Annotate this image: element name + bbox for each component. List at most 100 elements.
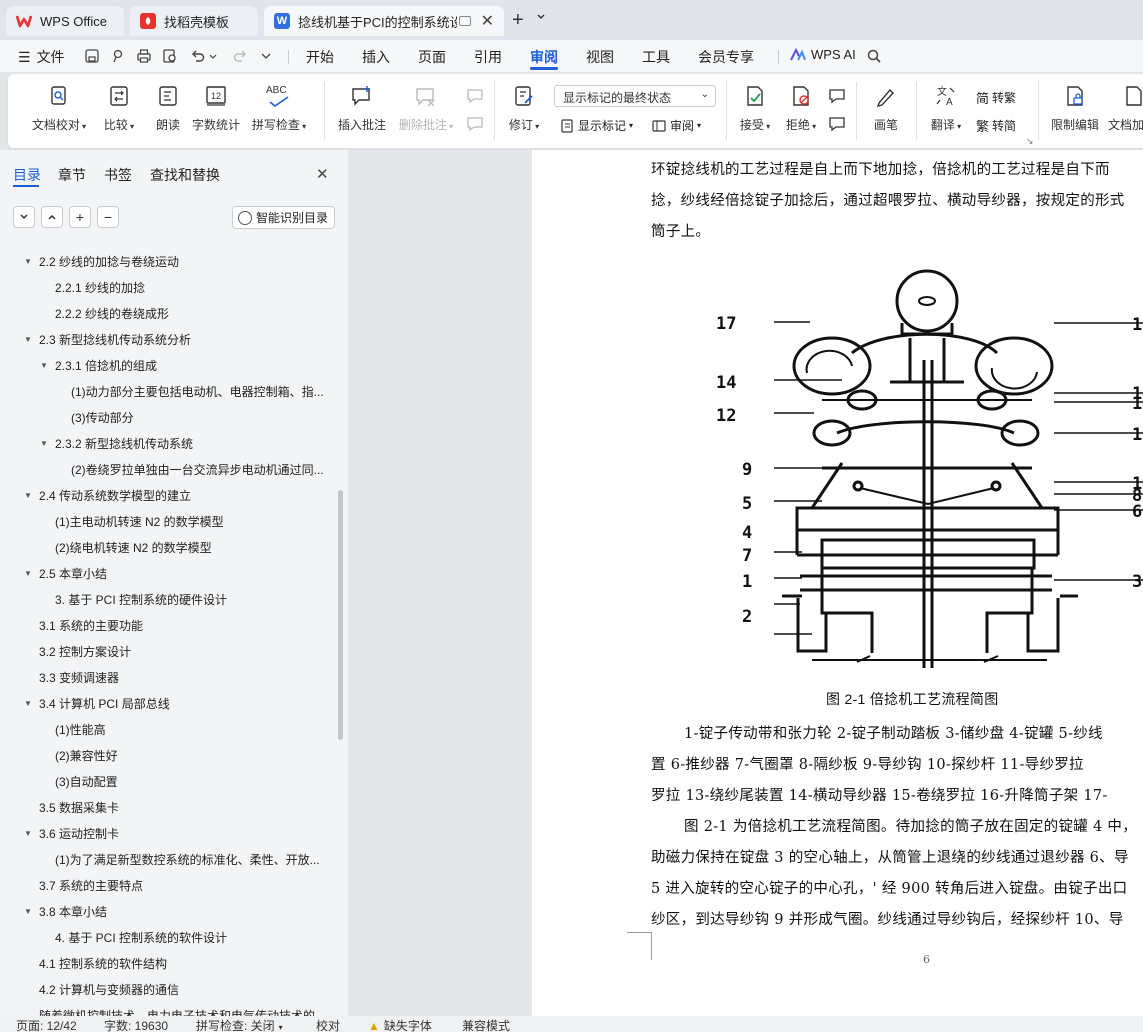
menu-page[interactable]: 页面 — [418, 47, 446, 67]
toc-scrollbar[interactable] — [338, 490, 343, 740]
toc-item[interactable]: ▼ 3.4 计算机 PCI 局部总线 — [24, 695, 170, 713]
tab-chapters[interactable]: 章节 — [58, 165, 86, 185]
tab-document[interactable]: W 捻线机基于PCI的控制系统设计 ✕ — [264, 6, 504, 36]
markup-state-select[interactable]: 显示标记的最终状态 ⌄ — [554, 85, 716, 107]
toc-item[interactable]: ▼ 3.6 运动控制卡 — [24, 825, 119, 843]
print-icon[interactable] — [136, 48, 152, 64]
collapse-down-button[interactable] — [13, 206, 35, 228]
revise-button[interactable]: 修订 ▾ — [502, 84, 546, 133]
menu-member[interactable]: 会员专享 — [698, 47, 754, 67]
document-page[interactable]: 环锭捻线机的工艺过程是自上而下地加捻，倍捻机的工艺过程是自下而 捻，纱线经倍捻锭… — [532, 150, 1143, 1016]
proofread-status[interactable]: 校对 — [316, 1017, 340, 1032]
menu-start[interactable]: 开始 — [306, 47, 334, 67]
toc-item[interactable]: ▼ 3.8 本章小结 — [24, 903, 107, 921]
toc-item[interactable]: 2.2.1 纱线的加捻 — [55, 279, 145, 297]
undo-icon[interactable] — [190, 48, 206, 64]
toc-item[interactable]: (1)性能高 — [55, 721, 106, 739]
next-change-icon[interactable] — [828, 116, 846, 132]
save-icon[interactable] — [84, 48, 100, 64]
toc-item[interactable]: (3)自动配置 — [55, 773, 118, 791]
toc-item[interactable]: (2)绕电机转速 N2 的数学模型 — [55, 539, 212, 557]
previous-comment-icon[interactable] — [466, 88, 484, 104]
reject-button[interactable]: 拒绝 ▾ — [780, 84, 822, 133]
expand-triangle-icon[interactable]: ▼ — [24, 253, 32, 271]
expand-triangle-icon[interactable]: ▼ — [24, 903, 32, 921]
delete-comment-button[interactable]: 删除批注 ▾ — [394, 84, 458, 133]
toc-item[interactable]: (1)主电动机转速 N2 的数学模型 — [55, 513, 224, 531]
chevron-down-icon[interactable] — [536, 12, 546, 22]
expand-triangle-icon[interactable]: ▼ — [24, 331, 32, 349]
dialog-launcher-icon[interactable]: ↘ — [1026, 136, 1034, 147]
toc-item[interactable]: ▼ 2.4 传动系统数学模型的建立 — [24, 487, 191, 505]
menu-review[interactable]: 审阅 — [530, 47, 558, 67]
toc-item[interactable]: 4.1 控制系统的软件结构 — [39, 955, 167, 973]
search-icon[interactable] — [866, 48, 882, 64]
toc-item[interactable]: (2)卷绕罗拉单独由一台交流异步电动机通过同... — [71, 461, 324, 479]
collapse-up-button[interactable] — [41, 206, 63, 228]
toc-item[interactable]: 3. 基于 PCI 控制系统的硬件设计 — [55, 591, 227, 609]
restrict-edit-button[interactable]: 限制编辑 — [1048, 84, 1102, 133]
redo-icon[interactable] — [232, 48, 248, 64]
window-preview-icon[interactable] — [458, 16, 471, 26]
toc-item[interactable]: (1)为了满足新型数控系统的标准化、柔性、开放... — [55, 851, 320, 869]
review-pane-button[interactable]: 审阅 ▾ — [652, 117, 701, 134]
toc-item[interactable]: 4.2 计算机与变频器的通信 — [39, 981, 179, 999]
toc-item[interactable]: 3.1 系统的主要功能 — [39, 617, 143, 635]
tab-bookmarks[interactable]: 书签 — [104, 165, 132, 185]
expand-triangle-icon[interactable]: ▼ — [24, 695, 32, 713]
to-simplified-button[interactable]: 繁转简 — [976, 116, 1016, 135]
toc-item[interactable]: ▼ 2.3.2 新型捻线机传动系统 — [40, 435, 193, 453]
missing-font-status[interactable]: ▲ 缺失字体 — [368, 1017, 432, 1032]
toc-item[interactable]: ▼ 2.5 本章小结 — [24, 565, 107, 583]
spell-check-button[interactable]: ABC 拼写检查 ▾ — [248, 84, 310, 133]
doc-encrypt-button[interactable]: 文档加 — [1108, 84, 1143, 133]
toc-item[interactable]: 4. 基于 PCI 控制系统的软件设计 — [55, 929, 227, 947]
undo-dropdown-icon[interactable] — [208, 48, 218, 64]
tab-docer[interactable]: 找稻壳模板 — [130, 6, 258, 36]
menu-reference[interactable]: 引用 — [474, 47, 502, 67]
toc-item[interactable]: ▼ 2.3 新型捻线机传动系统分析 — [24, 331, 191, 349]
toc-item[interactable]: (3)传动部分 — [71, 409, 134, 427]
expand-triangle-icon[interactable]: ▼ — [40, 435, 48, 453]
expand-triangle-icon[interactable]: ▼ — [24, 825, 32, 843]
quick-access-more-icon[interactable] — [258, 48, 274, 64]
toc-item[interactable]: 2.2.2 纱线的卷绕成形 — [55, 305, 169, 323]
toc-item[interactable]: (1)动力部分主要包括电动机、电器控制箱、指... — [71, 383, 324, 401]
toc-item[interactable]: ▼ 2.2 纱线的加捻与卷绕运动 — [24, 253, 179, 271]
remove-heading-button[interactable]: − — [97, 206, 119, 228]
toc-item[interactable]: 3.7 系统的主要特点 — [39, 877, 143, 895]
word-count-indicator[interactable]: 字数: 19630 — [104, 1017, 168, 1032]
toc-item[interactable]: 3.3 变频调速器 — [39, 669, 119, 687]
toc-item[interactable]: 3.5 数据采集卡 — [39, 799, 119, 817]
tab-toc[interactable]: 目录 — [13, 165, 41, 185]
wps-ai-button[interactable]: WPS AI — [790, 47, 856, 62]
toc-item[interactable]: 3.2 控制方案设计 — [39, 643, 131, 661]
new-tab-icon[interactable]: + — [512, 9, 524, 32]
print-preview-icon[interactable] — [162, 48, 178, 64]
pen-button[interactable]: 画笔 — [866, 84, 906, 133]
close-pane-icon[interactable]: ✕ — [316, 165, 329, 183]
add-heading-button[interactable]: + — [69, 206, 91, 228]
tab-find-replace[interactable]: 查找和替换 — [150, 165, 220, 185]
share-icon[interactable] — [110, 48, 126, 64]
spell-check-status[interactable]: 拼写检查: 关闭 ▾ — [196, 1017, 283, 1032]
doc-check-button[interactable]: 文档校对 ▾ — [28, 84, 90, 133]
menu-view[interactable]: 视图 — [586, 47, 614, 67]
translate-button[interactable]: 文A 翻译 ▾ — [926, 84, 966, 133]
tab-wps-office[interactable]: WPS Office — [6, 6, 124, 36]
next-comment-icon[interactable] — [466, 116, 484, 132]
toc-item[interactable]: (2)兼容性好 — [55, 747, 118, 765]
accept-button[interactable]: 接受 ▾ — [734, 84, 776, 133]
expand-triangle-icon[interactable]: ▼ — [40, 357, 48, 375]
compare-button[interactable]: 比较 ▾ — [96, 84, 142, 133]
smart-toc-button[interactable]: 智能识别目录 — [232, 206, 335, 229]
show-markup-button[interactable]: 显示标记 ▾ — [560, 117, 633, 134]
close-tab-icon[interactable]: ✕ — [481, 11, 494, 31]
word-count-button[interactable]: 12 字数统计 — [190, 84, 242, 133]
expand-triangle-icon[interactable]: ▼ — [24, 565, 32, 583]
menu-insert[interactable]: 插入 — [362, 47, 390, 67]
page-indicator[interactable]: 页面: 12/42 — [16, 1017, 77, 1032]
read-aloud-button[interactable]: 朗读 — [148, 84, 188, 133]
insert-comment-button[interactable]: 插入批注 — [334, 84, 390, 133]
file-menu[interactable]: ☰ 文件 — [18, 47, 65, 67]
